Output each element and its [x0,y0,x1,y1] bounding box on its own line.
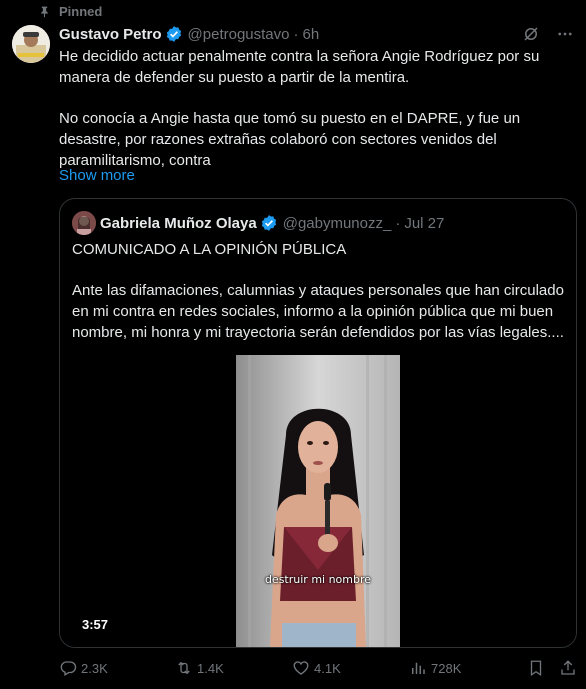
pinned-text: Pinned [59,4,103,19]
tweet-paragraph: He decidido actuar penalmente contra la … [59,48,540,86]
author-name[interactable]: Gustavo Petro [59,26,162,43]
tweet-time[interactable]: 6h [302,26,319,43]
quote-time[interactable]: Jul 27 [404,215,444,232]
pin-icon [41,6,48,18]
reply-button[interactable]: 2.3K [59,659,108,677]
author-avatar[interactable] [12,25,50,63]
quote-header: Gabriela Muñoz Olaya @gabymunozz_ · Jul … [72,211,444,235]
views-icon [412,662,425,674]
views-button[interactable]: 728K [409,659,461,677]
quote-author-name[interactable]: Gabriela Muñoz Olaya [100,215,257,232]
verified-badge-icon [166,26,181,42]
video-player[interactable]: destruir mi nombre 3:57 [60,355,576,647]
tweet-text: He decidido actuar penalmente contra la … [59,46,559,171]
reply-icon [60,661,77,676]
tweet-paragraph: No conocía a Angie hasta que tomó su pue… [59,110,521,169]
quoted-tweet[interactable]: Gabriela Muñoz Olaya @gabymunozz_ · Jul … [59,198,577,648]
quote-text: COMUNICADO A LA OPINIÓN PÚBLICA Ante las… [72,239,566,363]
share-button[interactable] [559,659,577,677]
show-more-link[interactable]: Show more [59,167,135,184]
bookmark-icon [530,660,542,677]
pinned-label: Pinned [38,4,102,19]
video-duration: 3:57 [82,617,109,632]
bookmark-button[interactable] [527,659,545,677]
views-count: 728K [431,660,462,676]
heart-icon [293,661,309,675]
more-icon[interactable] [556,25,574,43]
video-caption: destruir mi nombre [264,573,372,586]
repost-count: 1.4K [197,660,224,676]
separator-dot: · [293,25,299,43]
quote-paragraph: Ante las difamaciones, calumnias y ataqu… [72,282,564,341]
action-bar: 2.3K 1.4K 4.1K 728K [59,656,579,680]
quote-avatar[interactable] [72,211,96,235]
grok-icon[interactable] [522,25,540,43]
repost-button[interactable]: 1.4K [175,659,224,677]
reply-count: 2.3K [81,660,108,676]
like-count: 4.1K [314,660,341,676]
repost-icon [178,661,190,675]
like-button[interactable]: 4.1K [292,659,341,677]
quote-paragraph: COMUNICADO A LA OPINIÓN PÚBLICA [72,241,347,258]
quote-author-handle[interactable]: @gabymunozz_ [283,215,392,232]
verified-badge-icon [261,215,276,231]
separator-dot: · [395,214,401,232]
author-handle[interactable]: @petrogustavo [188,26,290,43]
video-thumbnail[interactable]: destruir mi nombre [236,355,400,647]
share-icon [561,660,575,675]
tweet-header: Gustavo Petro @petrogustavo · 6h [59,24,574,44]
